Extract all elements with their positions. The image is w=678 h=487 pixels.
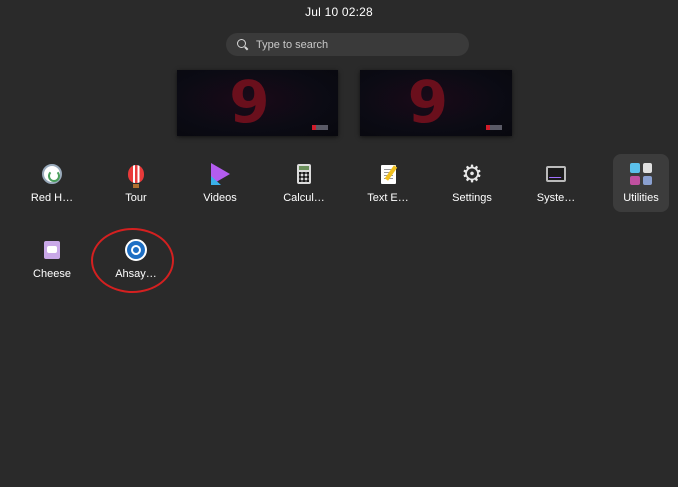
search-icon <box>236 38 250 52</box>
search-bar[interactable] <box>226 33 469 56</box>
app-system-monitor[interactable]: Syste… <box>527 154 585 212</box>
play-icon <box>210 163 230 185</box>
app-tour[interactable]: Tour <box>107 154 165 212</box>
app-label: Red H… <box>30 192 74 204</box>
folder-utilities[interactable]: Utilities <box>613 154 669 212</box>
highlight-circle <box>91 228 174 293</box>
app-label: Cheese <box>33 268 71 280</box>
app-videos[interactable]: Videos <box>191 154 249 212</box>
clock[interactable]: Jul 10 02:28 <box>305 5 373 19</box>
app-calculator[interactable]: Calcul… <box>275 154 333 212</box>
top-bar: Jul 10 02:28 <box>0 0 678 24</box>
app-label: Utilities <box>623 192 659 204</box>
app-text-editor[interactable]: Text E… <box>359 154 417 212</box>
app-label: Syste… <box>536 192 576 204</box>
calculator-icon <box>297 164 311 184</box>
camera-icon <box>44 241 60 259</box>
search-input[interactable] <box>256 38 456 51</box>
app-cheese[interactable]: Cheese <box>23 230 81 288</box>
app-settings[interactable]: ⚙ Settings <box>443 154 501 212</box>
system-monitor-icon <box>546 166 566 182</box>
wallpaper-logo <box>312 125 328 130</box>
wallpaper-glyph: 9 <box>407 70 449 136</box>
gear-icon: ⚙ <box>461 160 483 188</box>
app-label: Calcul… <box>283 192 325 204</box>
app-label: Text E… <box>367 192 409 204</box>
hot-air-balloon-icon <box>128 165 144 188</box>
text-editor-icon <box>380 164 396 184</box>
wallpaper-glyph: 9 <box>229 70 270 136</box>
app-label: Tour <box>125 192 147 204</box>
folder-app-thumb <box>630 163 640 173</box>
app-label: Settings <box>452 192 492 204</box>
workspace-thumbnail-2[interactable]: 9 <box>360 70 512 136</box>
wallpaper-logo <box>486 125 502 130</box>
app-grid-overview: Jul 10 02:28 9 9 Red H… Tour Videos Calc… <box>0 0 678 487</box>
folder-app-thumb <box>642 175 652 185</box>
app-red-hat[interactable]: Red H… <box>23 154 81 212</box>
app-label: Videos <box>203 192 237 204</box>
folder-app-thumb <box>630 175 640 185</box>
folder-grid-icon <box>630 163 652 185</box>
folder-app-thumb <box>642 163 652 173</box>
workspace-thumbnail-1[interactable]: 9 <box>177 70 338 136</box>
red-hat-app-icon <box>42 164 62 184</box>
